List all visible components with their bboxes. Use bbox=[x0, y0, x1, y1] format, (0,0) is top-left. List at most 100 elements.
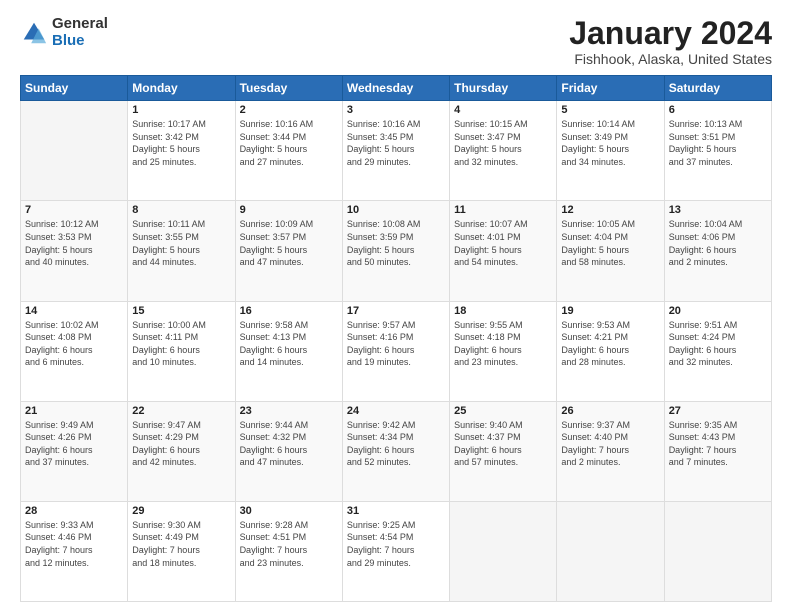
day-number: 18 bbox=[454, 305, 552, 317]
calendar-cell: 8 Sunrise: 10:11 AM Sunset: 3:55 PM Dayli… bbox=[128, 201, 235, 301]
day-number: 5 bbox=[561, 104, 659, 116]
day-info: Sunrise: 10:04 AM Sunset: 4:06 PM Daylig… bbox=[669, 218, 767, 268]
day-number: 16 bbox=[240, 305, 338, 317]
day-info: Sunrise: 9:53 AM Sunset: 4:21 PM Dayligh… bbox=[561, 319, 659, 369]
day-number: 3 bbox=[347, 104, 445, 116]
calendar-table: SundayMondayTuesdayWednesdayThursdayFrid… bbox=[20, 75, 772, 602]
subtitle: Fishhook, Alaska, United States bbox=[569, 51, 772, 67]
day-number: 23 bbox=[240, 405, 338, 417]
logo-icon bbox=[20, 19, 48, 47]
calendar-cell: 24 Sunrise: 9:42 AM Sunset: 4:34 PM Dayli… bbox=[342, 401, 449, 501]
day-info: Sunrise: 10:11 AM Sunset: 3:55 PM Daylig… bbox=[132, 218, 230, 268]
day-number: 17 bbox=[347, 305, 445, 317]
day-info: Sunrise: 9:33 AM Sunset: 4:46 PM Dayligh… bbox=[25, 519, 123, 569]
day-info: Sunrise: 10:00 AM Sunset: 4:11 PM Daylig… bbox=[132, 319, 230, 369]
day-info: Sunrise: 9:44 AM Sunset: 4:32 PM Dayligh… bbox=[240, 419, 338, 469]
calendar-header-sunday: Sunday bbox=[21, 76, 128, 101]
day-number: 24 bbox=[347, 405, 445, 417]
day-info: Sunrise: 10:12 AM Sunset: 3:53 PM Daylig… bbox=[25, 218, 123, 268]
calendar-cell: 10 Sunrise: 10:08 AM Sunset: 3:59 PM Dayl… bbox=[342, 201, 449, 301]
calendar-cell: 18 Sunrise: 9:55 AM Sunset: 4:18 PM Dayli… bbox=[450, 301, 557, 401]
calendar-header-saturday: Saturday bbox=[664, 76, 771, 101]
day-info: Sunrise: 9:28 AM Sunset: 4:51 PM Dayligh… bbox=[240, 519, 338, 569]
day-info: Sunrise: 9:49 AM Sunset: 4:26 PM Dayligh… bbox=[25, 419, 123, 469]
calendar-header-wednesday: Wednesday bbox=[342, 76, 449, 101]
calendar-cell: 30 Sunrise: 9:28 AM Sunset: 4:51 PM Dayli… bbox=[235, 501, 342, 601]
day-number: 26 bbox=[561, 405, 659, 417]
calendar-cell: 31Sunrise: 9:25 AM Sunset: 4:54 PM Dayli… bbox=[342, 501, 449, 601]
title-block: January 2024 Fishhook, Alaska, United St… bbox=[569, 16, 772, 67]
day-number: 10 bbox=[347, 204, 445, 216]
calendar-cell: 4Sunrise: 10:15 AM Sunset: 3:47 PM Dayli… bbox=[450, 101, 557, 201]
day-number: 28 bbox=[25, 505, 123, 517]
calendar-week-row: 28 Sunrise: 9:33 AM Sunset: 4:46 PM Dayli… bbox=[21, 501, 772, 601]
day-info: Sunrise: 9:40 AM Sunset: 4:37 PM Dayligh… bbox=[454, 419, 552, 469]
day-number: 31 bbox=[347, 505, 445, 517]
day-info: Sunrise: 9:30 AM Sunset: 4:49 PM Dayligh… bbox=[132, 519, 230, 569]
calendar-cell: 12 Sunrise: 10:05 AM Sunset: 4:04 PM Dayl… bbox=[557, 201, 664, 301]
calendar-cell: 27 Sunrise: 9:35 AM Sunset: 4:43 PM Dayli… bbox=[664, 401, 771, 501]
day-info: Sunrise: 10:16 AM Sunset: 3:44 PM Daylig… bbox=[240, 118, 338, 168]
day-number: 1 bbox=[132, 104, 230, 116]
day-info: Sunrise: 10:17 AM Sunset: 3:42 PM Daylig… bbox=[132, 118, 230, 168]
day-info: Sunrise: 10:08 AM Sunset: 3:59 PM Daylig… bbox=[347, 218, 445, 268]
day-number: 14 bbox=[25, 305, 123, 317]
calendar-cell: 2Sunrise: 10:16 AM Sunset: 3:44 PM Dayli… bbox=[235, 101, 342, 201]
calendar-week-row: 1 Sunrise: 10:17 AM Sunset: 3:42 PM Dayli… bbox=[21, 101, 772, 201]
day-number: 30 bbox=[240, 505, 338, 517]
calendar-cell: 7 Sunrise: 10:12 AM Sunset: 3:53 PM Dayli… bbox=[21, 201, 128, 301]
logo-blue: Blue bbox=[52, 33, 108, 50]
calendar-week-row: 14 Sunrise: 10:02 AM Sunset: 4:08 PM Dayl… bbox=[21, 301, 772, 401]
day-number: 29 bbox=[132, 505, 230, 517]
header: General Blue January 2024 Fishhook, Alas… bbox=[20, 16, 772, 67]
calendar-cell: 25Sunrise: 9:40 AM Sunset: 4:37 PM Dayli… bbox=[450, 401, 557, 501]
day-number: 27 bbox=[669, 405, 767, 417]
calendar-header-friday: Friday bbox=[557, 76, 664, 101]
main-title: January 2024 bbox=[569, 16, 772, 51]
day-info: Sunrise: 9:42 AM Sunset: 4:34 PM Dayligh… bbox=[347, 419, 445, 469]
day-number: 12 bbox=[561, 204, 659, 216]
day-info: Sunrise: 9:55 AM Sunset: 4:18 PM Dayligh… bbox=[454, 319, 552, 369]
day-number: 13 bbox=[669, 204, 767, 216]
logo-general: General bbox=[52, 16, 108, 33]
calendar-cell: 17Sunrise: 9:57 AM Sunset: 4:16 PM Dayli… bbox=[342, 301, 449, 401]
day-number: 21 bbox=[25, 405, 123, 417]
day-number: 11 bbox=[454, 204, 552, 216]
day-info: Sunrise: 10:05 AM Sunset: 4:04 PM Daylig… bbox=[561, 218, 659, 268]
day-info: Sunrise: 10:07 AM Sunset: 4:01 PM Daylig… bbox=[454, 218, 552, 268]
calendar-cell bbox=[557, 501, 664, 601]
calendar-cell: 11 Sunrise: 10:07 AM Sunset: 4:01 PM Dayl… bbox=[450, 201, 557, 301]
day-info: Sunrise: 10:02 AM Sunset: 4:08 PM Daylig… bbox=[25, 319, 123, 369]
calendar-cell: 9Sunrise: 10:09 AM Sunset: 3:57 PM Dayli… bbox=[235, 201, 342, 301]
day-info: Sunrise: 10:14 AM Sunset: 3:49 PM Daylig… bbox=[561, 118, 659, 168]
day-number: 9 bbox=[240, 204, 338, 216]
calendar-header-thursday: Thursday bbox=[450, 76, 557, 101]
logo: General Blue bbox=[20, 16, 108, 49]
day-info: Sunrise: 10:15 AM Sunset: 3:47 PM Daylig… bbox=[454, 118, 552, 168]
calendar-cell: 5 Sunrise: 10:14 AM Sunset: 3:49 PM Dayli… bbox=[557, 101, 664, 201]
calendar-cell: 15Sunrise: 10:00 AM Sunset: 4:11 PM Dayl… bbox=[128, 301, 235, 401]
calendar-cell: 22 Sunrise: 9:47 AM Sunset: 4:29 PM Dayli… bbox=[128, 401, 235, 501]
day-info: Sunrise: 9:37 AM Sunset: 4:40 PM Dayligh… bbox=[561, 419, 659, 469]
day-number: 6 bbox=[669, 104, 767, 116]
calendar-header-monday: Monday bbox=[128, 76, 235, 101]
day-number: 7 bbox=[25, 204, 123, 216]
calendar-cell: 19 Sunrise: 9:53 AM Sunset: 4:21 PM Dayli… bbox=[557, 301, 664, 401]
calendar-cell: 14 Sunrise: 10:02 AM Sunset: 4:08 PM Dayl… bbox=[21, 301, 128, 401]
day-info: Sunrise: 10:16 AM Sunset: 3:45 PM Daylig… bbox=[347, 118, 445, 168]
calendar-cell: 28 Sunrise: 9:33 AM Sunset: 4:46 PM Dayli… bbox=[21, 501, 128, 601]
day-number: 19 bbox=[561, 305, 659, 317]
calendar-week-row: 7 Sunrise: 10:12 AM Sunset: 3:53 PM Dayli… bbox=[21, 201, 772, 301]
day-info: Sunrise: 10:13 AM Sunset: 3:51 PM Daylig… bbox=[669, 118, 767, 168]
calendar-cell: 20Sunrise: 9:51 AM Sunset: 4:24 PM Dayli… bbox=[664, 301, 771, 401]
day-info: Sunrise: 9:47 AM Sunset: 4:29 PM Dayligh… bbox=[132, 419, 230, 469]
day-info: Sunrise: 9:35 AM Sunset: 4:43 PM Dayligh… bbox=[669, 419, 767, 469]
calendar-header-row: SundayMondayTuesdayWednesdayThursdayFrid… bbox=[21, 76, 772, 101]
day-number: 8 bbox=[132, 204, 230, 216]
calendar-cell: 3 Sunrise: 10:16 AM Sunset: 3:45 PM Dayli… bbox=[342, 101, 449, 201]
calendar-cell bbox=[664, 501, 771, 601]
day-number: 22 bbox=[132, 405, 230, 417]
calendar-cell: 21 Sunrise: 9:49 AM Sunset: 4:26 PM Dayli… bbox=[21, 401, 128, 501]
calendar-cell: 16Sunrise: 9:58 AM Sunset: 4:13 PM Dayli… bbox=[235, 301, 342, 401]
calendar-cell: 6 Sunrise: 10:13 AM Sunset: 3:51 PM Dayli… bbox=[664, 101, 771, 201]
